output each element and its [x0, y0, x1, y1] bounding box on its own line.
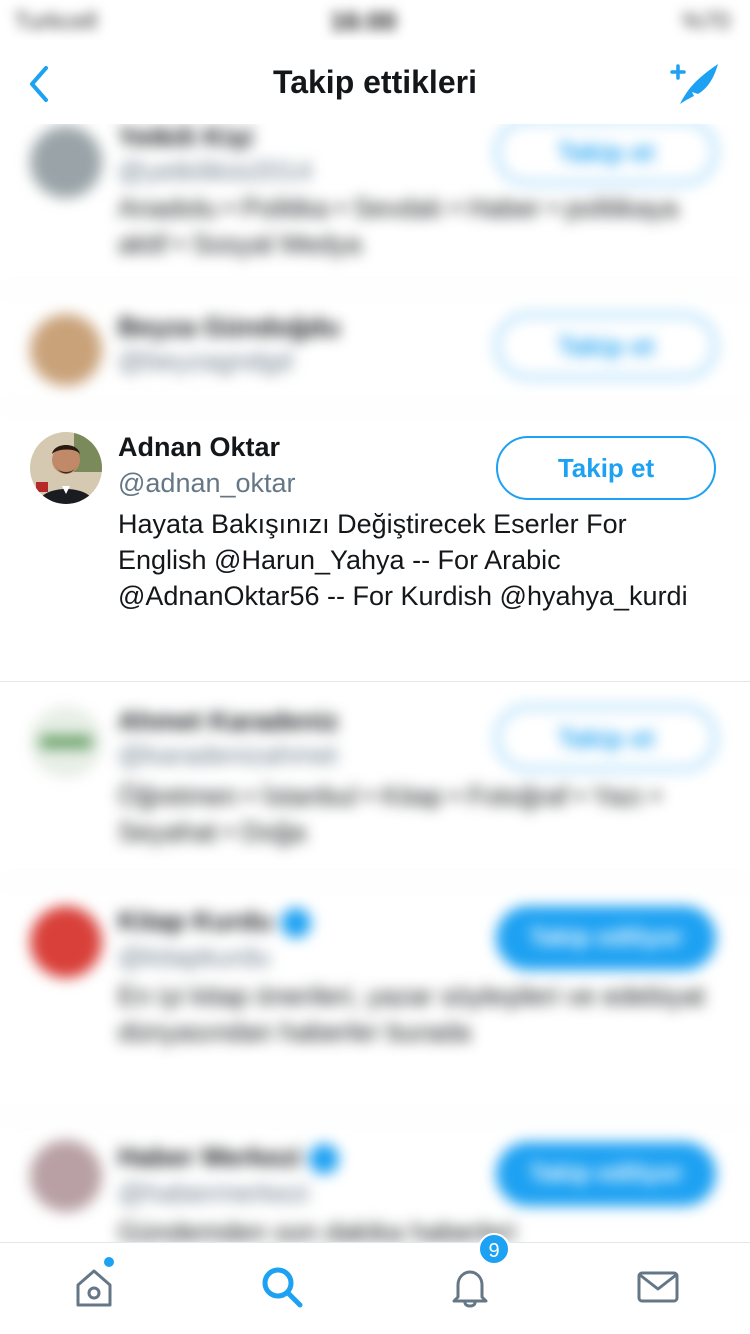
user-bio: Anadolu • Politika • Sevdalı • Haber • p… [118, 193, 679, 259]
follow-button[interactable]: Takip et [496, 436, 716, 500]
battery-label: %70 [681, 8, 730, 35]
tab-search[interactable] [258, 1263, 306, 1311]
user-name: Yetkili Kişi [118, 122, 254, 152]
avatar [30, 314, 102, 386]
tab-notifications[interactable] [446, 1263, 494, 1311]
compose-feather-icon [670, 64, 718, 104]
list-item[interactable]: Ahmet Karadeniz @karadenizahmet Öğretmen… [0, 682, 750, 882]
user-bio: En iyi kitap önerileri, yazar söyleşiler… [118, 981, 705, 1047]
user-bio: Hayata Bakışınızı Değiştirecek Eserler F… [118, 509, 688, 611]
search-icon [262, 1267, 303, 1308]
list-item[interactable]: Haber Merkezi @habermerkezi Gündemden so… [0, 1118, 750, 1242]
user-name: Kitap Kurdu [118, 906, 273, 936]
list-item[interactable]: Beyza Gündoğdu @beyzagndgd Takip et [0, 290, 750, 408]
page-title: Takip ettikleri [273, 64, 477, 100]
avatar [30, 1140, 102, 1212]
verified-icon [280, 907, 311, 938]
verified-icon [309, 1143, 340, 1174]
user-name: Beyza Gündoğdu [118, 312, 340, 342]
follow-button[interactable]: Takip et [496, 120, 716, 184]
tab-bar: 9 [0, 1233, 750, 1334]
mail-icon [637, 1271, 679, 1303]
following-button[interactable]: Takip ediliyor [496, 906, 716, 970]
nav-bar: Takip ettikleri [0, 40, 750, 124]
list-item[interactable]: Kitap Kurdu @kitapkurdu En iyi kitap öne… [0, 882, 750, 1118]
avatar[interactable] [30, 432, 102, 504]
user-handle: @yetkilikisi2014 [118, 156, 312, 186]
user-bio: Öğretmen • İstanbul • Kitap • Fotoğraf •… [118, 781, 662, 847]
user-handle: @karadenizahmet [118, 740, 338, 770]
user-handle: @kitapkurdu [118, 942, 270, 972]
user-name: Adnan Oktar [118, 432, 281, 462]
following-list: Yetkili Kişi @yetkilikisi2014 Anadolu • … [0, 118, 750, 1242]
compose-button[interactable] [668, 58, 722, 108]
user-name: Haber Merkezi [118, 1142, 302, 1172]
avatar [30, 706, 102, 778]
avatar [30, 906, 102, 978]
list-item[interactable]: Yetkili Kişi @yetkilikisi2014 Anadolu • … [0, 118, 750, 290]
user-bio: Gündemden son dakika haberleri [118, 1217, 516, 1242]
user-name: Ahmet Karadeniz [118, 706, 339, 736]
home-icon [76, 1269, 112, 1307]
carrier-label: Turkcell [14, 8, 98, 35]
follow-button[interactable]: Takip et [496, 706, 716, 770]
home-unread-dot [104, 1257, 114, 1267]
clock-label: 16:00 [330, 6, 397, 36]
follow-button[interactable]: Takip et [496, 314, 716, 378]
list-item[interactable]: Adnan Oktar @adnan_oktar Hayata Bakışını… [0, 408, 750, 682]
avatar [30, 126, 102, 198]
user-name-row: Haber Merkezi [118, 1142, 340, 1174]
status-bar: Turkcell 16:00 %70 [0, 0, 750, 40]
bell-icon [452, 1270, 488, 1308]
tab-home[interactable] [70, 1263, 118, 1311]
user-name-row: Kitap Kurdu [118, 906, 311, 938]
tab-messages[interactable] [634, 1263, 682, 1311]
user-handle: @adnan_oktar [118, 468, 296, 498]
following-button[interactable]: Takip ediliyor [496, 1142, 716, 1206]
user-handle: @habermerkezi [118, 1178, 309, 1208]
profile-photo [30, 432, 102, 504]
user-handle: @beyzagndgd [118, 346, 293, 376]
notifications-badge: 9 [478, 1233, 510, 1265]
